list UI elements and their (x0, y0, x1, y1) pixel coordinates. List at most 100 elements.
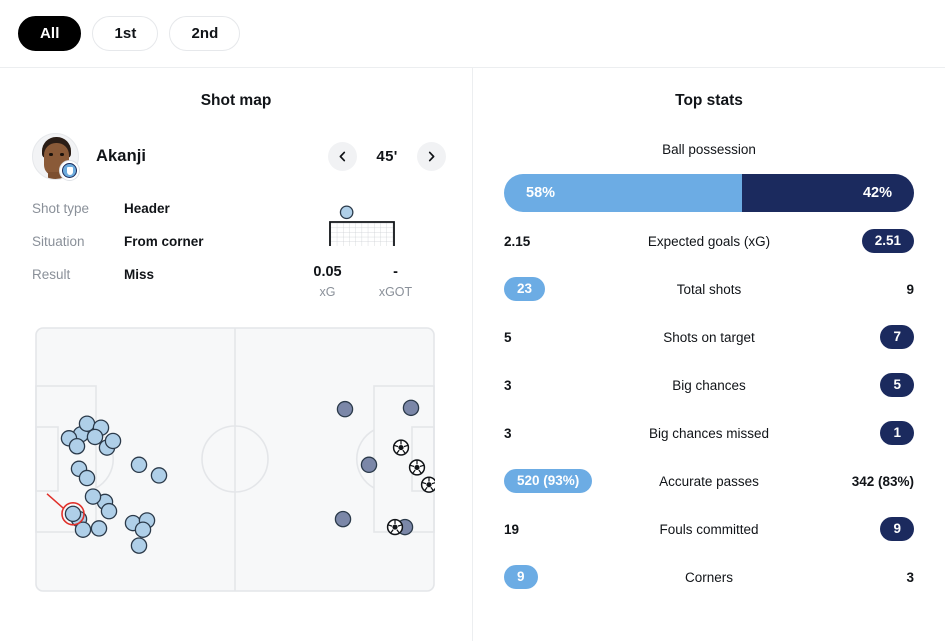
stat-home-value: 9 (504, 565, 538, 589)
stat-away-value: 5 (880, 373, 914, 397)
fact-value: Miss (124, 267, 155, 282)
shot-marker-home[interactable] (130, 456, 148, 473)
shot-marker-away[interactable] (336, 400, 354, 417)
prev-shot-button[interactable] (328, 142, 357, 171)
goal-marker-football-icon[interactable] (408, 458, 426, 476)
fact-value: Header (124, 201, 170, 216)
stat-home-value: 19 (504, 521, 520, 537)
shot-marker-home[interactable] (134, 521, 152, 538)
stat-home-value: 3 (504, 425, 512, 441)
goal-marker-football-icon[interactable] (392, 438, 410, 456)
stat-row: 3 Big chances 5 (504, 361, 914, 409)
xg-value: 0.05 (313, 264, 342, 280)
stat-name: Corners (684, 569, 733, 585)
stat-name: Expected goals (xG) (647, 233, 771, 249)
stat-away-value: 9 (906, 281, 914, 297)
shot-marker-home[interactable] (100, 502, 118, 519)
player-avatar-wrap (32, 133, 80, 181)
stat-row: 520 (93%) Accurate passes 342 (83%) (504, 457, 914, 505)
goal-mouth-graphic (312, 200, 412, 252)
fact-label: Result (32, 267, 71, 282)
xgot-label: xGOT (378, 284, 413, 299)
stat-home-side: 5 (504, 330, 612, 345)
xgot-cell: - xGOT (368, 263, 424, 299)
filter-tab-1st[interactable]: 1st (92, 16, 159, 51)
shot-nav: 45' (328, 142, 446, 171)
shot-marker-home[interactable] (78, 415, 96, 432)
possession-label: Ball possession (662, 142, 756, 157)
filter-tab-2nd-label: 2nd (191, 25, 219, 42)
stat-home-value: 3 (504, 377, 512, 393)
stat-row-list: 2.15 Expected goals (xG) 2.51 23 Total shots… (504, 217, 914, 601)
xg-cell: 0.05 xG (300, 263, 356, 299)
stat-away-value: 3 (906, 569, 914, 585)
shot-marker-away[interactable] (334, 510, 352, 527)
stat-home-value: 23 (504, 277, 546, 301)
shot-marker-away[interactable] (402, 399, 420, 416)
shot-header: Akanji 45' (32, 133, 446, 181)
shot-marker-home[interactable] (150, 466, 168, 484)
shot-marker-home[interactable] (84, 487, 102, 505)
fact-label: Situation (32, 234, 85, 249)
stat-home-value: 520 (93%) (504, 469, 593, 493)
chevron-left-icon (339, 151, 346, 162)
period-filter-tabs: All 1st 2nd (0, 0, 945, 68)
stat-home-side: 19 (504, 522, 612, 537)
stat-name: Shots on target (663, 329, 755, 345)
pitch-container[interactable] (35, 326, 440, 597)
shot-marker-home[interactable] (86, 428, 104, 445)
stat-row: 2.15 Expected goals (xG) 2.51 (504, 217, 914, 265)
shot-marker-away[interactable] (360, 456, 378, 473)
stat-away-value: 342 (83%) (851, 473, 914, 489)
club-badge-icon (59, 160, 80, 181)
shot-marker-home[interactable] (78, 469, 96, 486)
stat-home-value: 5 (504, 329, 512, 345)
shot-marker-home[interactable] (104, 432, 122, 449)
stat-name: Fouls committed (659, 521, 759, 537)
filter-tab-all[interactable]: All (18, 16, 82, 51)
stat-away-side: 342 (83%) (806, 474, 914, 489)
goal-marker-football-icon[interactable] (420, 476, 438, 493)
shot-map-pitch[interactable] (35, 326, 438, 592)
stat-row: 23 Total shots 9 (504, 265, 914, 313)
shot-marker-home[interactable] (68, 437, 86, 455)
goal-marker-football-icon[interactable] (386, 518, 404, 535)
chevron-right-icon (428, 151, 435, 162)
stat-home-side: 9 (504, 565, 612, 589)
stat-name: Total shots (676, 281, 742, 297)
stat-home-side: 23 (504, 277, 612, 301)
player-name: Akanji (96, 147, 147, 165)
stat-row: 3 Big chances missed 1 (504, 409, 914, 457)
fact-row-result: Result Miss (32, 267, 277, 282)
stat-away-side: 1 (806, 421, 914, 445)
fact-row-shot-type: Shot type Header (32, 201, 277, 216)
filter-tab-1st-label: 1st (114, 25, 137, 42)
possession-bar: 58% 42% (504, 174, 914, 212)
shot-marker-home[interactable] (64, 505, 82, 522)
stat-row: 19 Fouls committed 9 (504, 505, 914, 553)
shot-fact-list: Shot type Header Situation From corner R… (32, 198, 277, 299)
shot-map-title: Shot map (200, 92, 272, 109)
stat-home-value: 2.15 (504, 233, 531, 249)
fact-label: Shot type (32, 201, 90, 216)
shot-marker-home[interactable] (130, 536, 148, 554)
possession-away-value: 42% (862, 185, 892, 201)
stat-row: 9 Corners 3 (504, 553, 914, 601)
match-stats-page: All 1st 2nd Shot map Akanji 45' Shot typ… (0, 0, 945, 642)
filter-tab-all-label: All (40, 25, 60, 42)
xg-values: 0.05 xG - xGOT (300, 263, 424, 299)
next-shot-button[interactable] (417, 142, 446, 171)
shot-map-panel: Shot map Akanji 45' Shot type Header Sit… (0, 68, 472, 641)
possession-home-value: 58% (526, 185, 556, 201)
stat-away-side: 2.51 (806, 229, 914, 253)
top-stats-panel: Top stats Ball possession 58% 42% 2.15 Ex… (472, 68, 945, 641)
possession-away-segment: 42% (741, 174, 914, 212)
shot-marker-home[interactable] (90, 519, 108, 537)
stat-away-value: 2.51 (861, 229, 914, 253)
filter-tab-2nd[interactable]: 2nd (169, 16, 241, 51)
stat-name: Accurate passes (659, 473, 759, 489)
shot-details: Shot type Header Situation From corner R… (32, 198, 446, 299)
content-columns: Shot map Akanji 45' Shot type Header Sit… (0, 68, 945, 641)
stat-away-value: 1 (880, 421, 914, 445)
stat-home-side: 2.15 (504, 234, 612, 249)
